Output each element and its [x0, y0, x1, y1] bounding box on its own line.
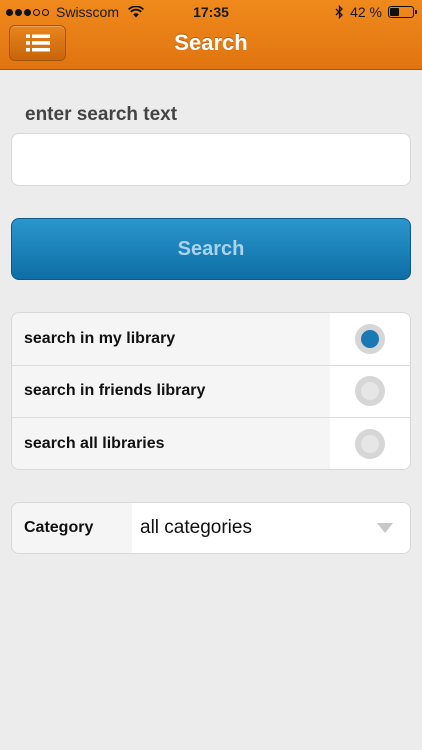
category-row: Category all categories: [11, 502, 411, 554]
app-header: Swisscom 17:35 42 % Search: [0, 0, 422, 70]
page-title: Search: [174, 30, 248, 55]
category-value: all categories: [140, 517, 252, 538]
option-all-libraries[interactable]: search all libraries: [12, 418, 410, 469]
option-label: search in my library: [24, 329, 176, 347]
search-label: enter search text: [25, 104, 178, 125]
radio-button[interactable]: [355, 429, 385, 460]
search-input[interactable]: [11, 133, 411, 186]
chevron-down-icon: [377, 523, 393, 533]
bluetooth-icon: [335, 5, 343, 19]
category-dropdown[interactable]: all categories: [132, 503, 410, 553]
status-right: 42 %: [335, 4, 417, 20]
nav-bar: Search: [0, 24, 422, 70]
option-label: search in friends library: [24, 382, 206, 400]
search-button[interactable]: Search: [11, 218, 411, 280]
battery-fill: [390, 8, 400, 16]
status-bar: Swisscom 17:35 42 %: [0, 0, 422, 24]
search-scope-options: search in my library search in friends l…: [11, 312, 411, 470]
battery-percent: 42 %: [350, 4, 382, 20]
radio-button[interactable]: [355, 323, 385, 354]
battery-icon: [388, 6, 417, 18]
option-label: search all libraries: [24, 435, 165, 453]
option-friends-library[interactable]: search in friends library: [12, 365, 410, 418]
radio-button[interactable]: [355, 376, 385, 407]
category-label: Category: [24, 519, 94, 536]
option-my-library[interactable]: search in my library: [12, 313, 410, 366]
